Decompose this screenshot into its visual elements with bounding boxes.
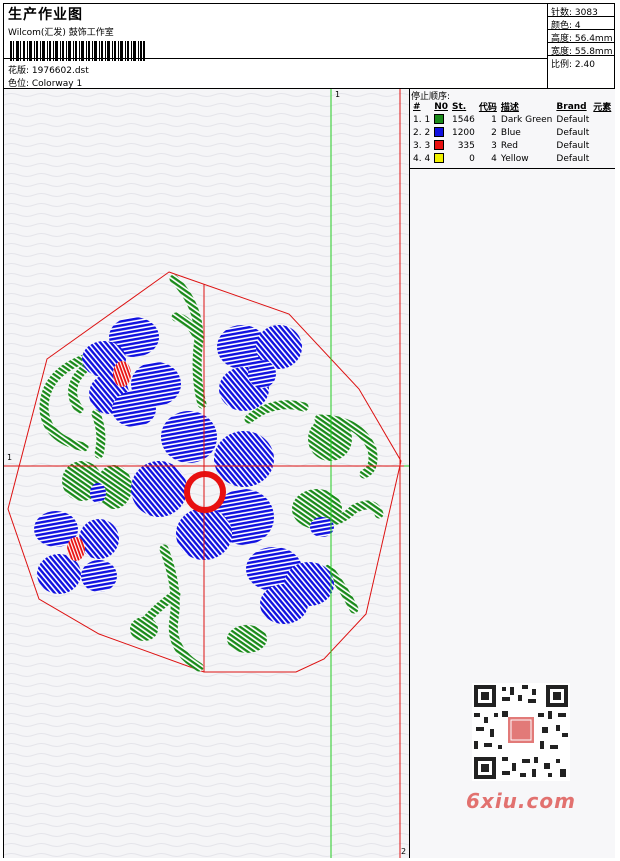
stop-sequence-panel: 停止顺序: # N0 St. 代码 描述 Brand 元素 1. 1 1546 …: [410, 89, 615, 858]
stop-sequence-table: # N0 St. 代码 描述 Brand 元素 1. 1 1546 1 Dark…: [411, 100, 613, 165]
page-title: 生产作业图: [8, 7, 83, 23]
col-brand: Brand: [556, 101, 587, 112]
color-swatch: [434, 140, 445, 151]
design-canvas[interactable]: 1 1 2: [4, 89, 410, 858]
design-file-label: 花版: 1976602.dst: [8, 66, 89, 76]
red-guide-label: 2: [401, 847, 407, 856]
table-divider: [410, 168, 615, 169]
col-description: 描述: [500, 103, 519, 113]
watermark-text: 6xiu.com: [466, 789, 576, 813]
color-swatch: [434, 153, 445, 164]
col-number: N0: [434, 101, 448, 112]
vertical-guide-label: 1: [335, 90, 341, 99]
color-swatch: [434, 114, 445, 125]
qr-code-image: [472, 683, 570, 781]
col-index: #: [413, 101, 421, 112]
company-name: Wilcom(汇发) 鼓饰工作室: [8, 28, 114, 38]
table-header: # N0 St. 代码 描述 Brand 元素: [411, 100, 613, 114]
header-info: 生产作业图 Wilcom(汇发) 鼓饰工作室 花版: 1976602.dst 色…: [4, 4, 547, 89]
col-stitches: St.: [451, 101, 467, 112]
table-row[interactable]: 1. 1 1546 1 Dark Green Default: [411, 113, 613, 126]
embroidery-preview: [4, 89, 409, 858]
col-code: 代码: [478, 103, 497, 113]
stat-scale: 比例: 2.40: [551, 60, 595, 70]
table-row[interactable]: 4. 4 0 4 Yellow Default: [411, 152, 613, 165]
col-element: 元素: [593, 103, 612, 113]
color-swatch: [434, 127, 445, 138]
horizontal-guide-label: 1: [7, 453, 13, 462]
table-row[interactable]: 3. 3 335 3 Red Default: [411, 139, 613, 152]
table-row[interactable]: 2. 2 1200 2 Blue Default: [411, 126, 613, 139]
